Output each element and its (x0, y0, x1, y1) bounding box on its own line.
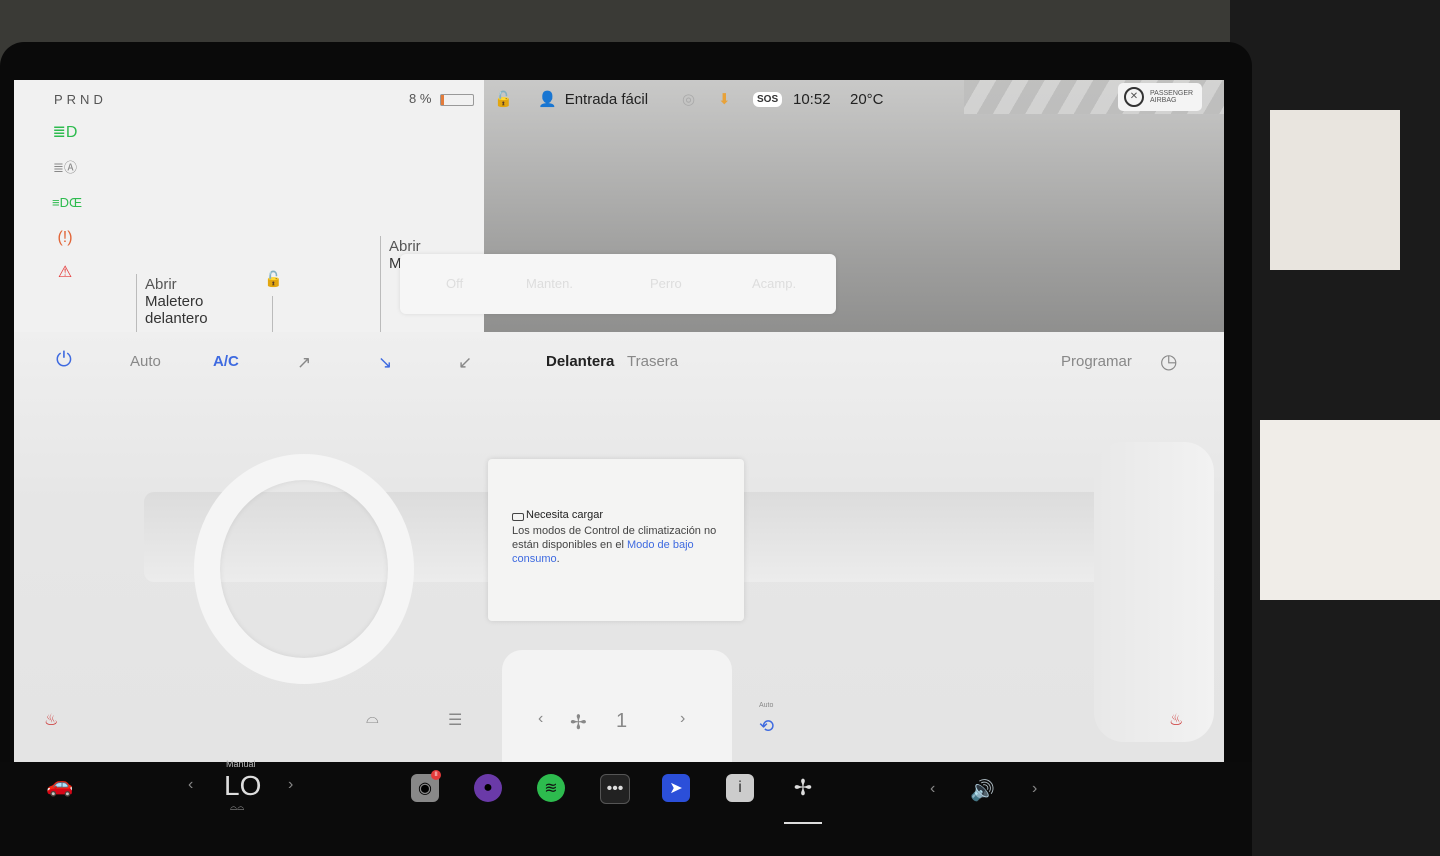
airflow-face-icon[interactable]: ↗ (297, 353, 311, 373)
climate-auto-button[interactable]: Auto (130, 353, 161, 370)
camera-badge: II (431, 770, 441, 780)
climate-mode-bar: Off Manten. Perro Acamp. (400, 254, 836, 314)
recirculation-auto-label: Auto (759, 702, 774, 709)
climate-app-icon[interactable]: ✢ (789, 774, 817, 802)
headlights-icon: ≣D (52, 124, 78, 141)
airbag-label-line2: AIRBAG (1150, 97, 1177, 104)
tab-front[interactable]: Delantera (546, 353, 614, 370)
unlock-icon[interactable]: 🔓 (264, 270, 283, 288)
fan-speed: 1 (616, 710, 628, 732)
rear-defrost-icon[interactable]: ☰ (448, 710, 462, 730)
steering-wheel-illustration (194, 454, 414, 684)
car-icon[interactable]: 🚗 (46, 772, 73, 798)
airflow-face-feet-icon[interactable]: ↘ (378, 353, 392, 373)
open-front-trunk[interactable]: Abrir Maletero delantero (145, 276, 208, 327)
temp-increase-icon[interactable]: › (288, 776, 293, 794)
airbag-label-line1: PASSENGER (1150, 90, 1194, 97)
climate-power-icon[interactable]: ⏻ (56, 349, 72, 372)
low-power-popup: Necesita cargar Los modos de Control de … (488, 459, 744, 621)
volume-decrease-icon[interactable]: ‹ (930, 780, 935, 798)
front-trunk-pointer (136, 274, 137, 332)
battery-icon (440, 94, 474, 106)
mode-off[interactable]: Off (446, 276, 463, 291)
battery-level-fill (441, 95, 444, 105)
popup-title: Necesita cargar (512, 509, 603, 521)
mode-keep-climate[interactable]: Manten. (526, 276, 573, 291)
fan-icon: ✢ (570, 712, 587, 734)
popup-title-text: Necesita cargar (526, 509, 604, 521)
active-app-indicator (784, 822, 822, 824)
open-rear-trunk-line1: Abrir (389, 238, 421, 255)
sos-label: SOS (753, 91, 783, 107)
front-defrost-icon[interactable]: ⌓ (366, 710, 379, 728)
sentry-icon[interactable]: ◎ (682, 88, 695, 110)
console-illustration (502, 650, 732, 762)
lock-status-icon[interactable]: 🔓 (494, 88, 513, 110)
cabin-temperature[interactable]: LO (224, 770, 261, 802)
volume-icon[interactable]: 🔊 (970, 778, 995, 803)
background-wall (1270, 110, 1400, 270)
spotify-app-icon[interactable]: ≋ (537, 774, 565, 802)
download-icon[interactable]: ⬇ (718, 88, 731, 110)
seatbelt-warning-icon: ⚠ (57, 264, 73, 281)
auto-highbeam-icon: ≣Ⓐ (53, 160, 77, 175)
schedule-button[interactable]: Programar (1061, 353, 1132, 370)
mode-camp[interactable]: Acamp. (752, 276, 796, 291)
airbag-icon: ✕ (1124, 87, 1144, 107)
profile-icon: 👤 (538, 91, 557, 108)
seat-illustration (1094, 442, 1214, 742)
background-right (1230, 0, 1440, 856)
battery-percentage: 8 % (409, 91, 432, 106)
popup-body: Los modos de Control de climatización no… (512, 524, 728, 566)
recirculation-icon[interactable]: ⟲ (759, 716, 774, 737)
open-front-trunk-line1: Abrir (145, 276, 177, 293)
rear-trunk-pointer (380, 236, 381, 332)
seat-heater-right-icon[interactable]: ♨ (1169, 710, 1183, 730)
open-front-trunk-line3: delantero (145, 310, 208, 327)
dashcam-app-icon[interactable]: ● (474, 774, 502, 802)
lock-pointer (272, 296, 273, 332)
battery-outline-icon (512, 513, 524, 521)
more-apps-icon[interactable]: ••• (600, 774, 630, 804)
mode-dog[interactable]: Perro (650, 276, 682, 291)
outside-temperature: 20°C (850, 90, 884, 108)
fan-increase-icon[interactable]: › (680, 710, 685, 728)
navigation-app-icon[interactable]: ➤ (662, 774, 690, 802)
background-wall-lower (1260, 420, 1440, 600)
driver-profile-name: Entrada fácil (564, 90, 649, 108)
temp-mode-label: Manual (226, 759, 256, 769)
temp-decrease-icon[interactable]: ‹ (188, 776, 193, 794)
sos-button[interactable]: SOS (753, 88, 783, 110)
vehicle-info-app-icon[interactable]: i (726, 774, 754, 802)
volume-increase-icon[interactable]: › (1032, 780, 1037, 798)
driver-profile[interactable]: 👤 Entrada fácil (538, 88, 648, 110)
fan-decrease-icon[interactable]: ‹ (538, 710, 543, 728)
seat-heater-left-icon[interactable]: ♨ (44, 710, 58, 730)
defrost-small-icon: ⌓⌓ (230, 802, 245, 812)
gear-indicator: PRND (54, 92, 107, 107)
clock-icon[interactable]: ◷ (1160, 349, 1177, 374)
passenger-airbag-indicator: ✕ PASSENGER AIRBAG (1118, 83, 1202, 111)
parking-lights-icon: ≡DŒ (52, 195, 82, 210)
airflow-feet-icon[interactable]: ↙ (458, 353, 472, 373)
clock: 10:52 (793, 90, 831, 108)
touchscreen: PRND 8 % ≣D ≣Ⓐ ≡DŒ (!) ⚠ Abrir Maletero … (14, 80, 1224, 762)
popup-body-end: . (556, 553, 560, 565)
tab-rear[interactable]: Trasera (627, 353, 678, 370)
ac-button[interactable]: A/C (213, 353, 239, 370)
open-front-trunk-line2: Maletero (145, 293, 204, 310)
tire-pressure-warning-icon: (!) (57, 229, 73, 246)
